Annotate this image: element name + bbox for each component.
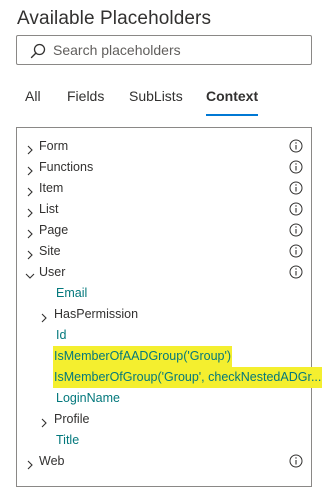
tree-item-label: Web [39,454,65,468]
chevron-right-icon[interactable] [25,246,35,260]
tree-item-label: LoginName [56,391,120,405]
search-input[interactable] [53,40,303,60]
chevron-right-icon[interactable] [25,162,35,176]
info-icon[interactable] [289,181,303,195]
tree-item-label: User [39,265,66,279]
info-icon[interactable] [289,265,303,279]
tree-item-label: Functions [39,160,94,174]
info-icon[interactable] [289,223,303,237]
tree-item-haspermission[interactable]: HasPermission [17,304,311,325]
tree-item-label: HasPermission [54,307,139,321]
tree-item-label: Site [39,244,61,258]
chevron-down-icon[interactable] [25,267,35,279]
tab-fields[interactable]: Fields [67,86,104,116]
tree-item-label: Title [56,433,80,447]
chevron-right-icon[interactable] [25,225,35,239]
info-icon[interactable] [289,139,303,153]
tree-item-site[interactable]: Site [17,241,311,262]
chevron-right-icon[interactable] [39,309,49,323]
tree-item-item[interactable]: Item [17,178,311,199]
tree-item-label: IsMemberOfAADGroup('Group') [53,346,233,367]
tree-item-ismemberofgroup[interactable]: IsMemberOfGroup('Group', checkNestedADGr… [17,367,323,388]
chevron-right-icon[interactable] [25,183,35,197]
tree-item-user[interactable]: User [17,262,311,283]
tree-item-label: List [39,202,59,216]
tab-context[interactable]: Context [206,86,259,116]
tree-item-label: IsMemberOfGroup('Group', checkNestedADGr… [53,367,323,388]
panel-title: Available Placeholders [17,8,212,29]
tree-item-title[interactable]: Title [17,430,311,451]
tree-item-profile[interactable]: Profile [17,409,311,430]
info-icon[interactable] [289,244,303,258]
tree-item-id[interactable]: Id [17,325,311,346]
tab-all[interactable]: All [25,86,41,116]
search-icon [29,42,47,60]
search-box[interactable] [16,35,312,65]
tree-item-label: Form [39,139,69,153]
tree-item-ismemberofaadgroup[interactable]: IsMemberOfAADGroup('Group') [17,346,311,367]
tree-item-loginname[interactable]: LoginName [17,388,311,409]
tree-item-web[interactable]: Web [17,451,311,472]
tree-item-label: Item [39,181,64,195]
chevron-right-icon[interactable] [25,456,35,470]
tree-item-functions[interactable]: Functions [17,157,311,178]
tree-item-form[interactable]: Form [17,136,311,157]
tree-item-label: Page [39,223,69,237]
tree-item-label: Profile [54,412,90,426]
chevron-right-icon[interactable] [39,414,49,428]
tree-item-email[interactable]: Email [17,283,311,304]
info-icon[interactable] [289,160,303,174]
tab-sublists[interactable]: SubLists [129,86,183,116]
chevron-right-icon[interactable] [25,204,35,218]
info-icon[interactable] [289,454,303,468]
tab-bar: All Fields SubLists Context [0,86,330,118]
tree-item-label: Email [56,286,88,300]
info-icon[interactable] [289,202,303,216]
tree-item-list[interactable]: List [17,199,311,220]
tree-item-label: Id [56,328,67,342]
chevron-right-icon[interactable] [25,141,35,155]
placeholder-tree: Form Functions Item List Page Site User … [16,127,323,487]
tree-item-page[interactable]: Page [17,220,311,241]
